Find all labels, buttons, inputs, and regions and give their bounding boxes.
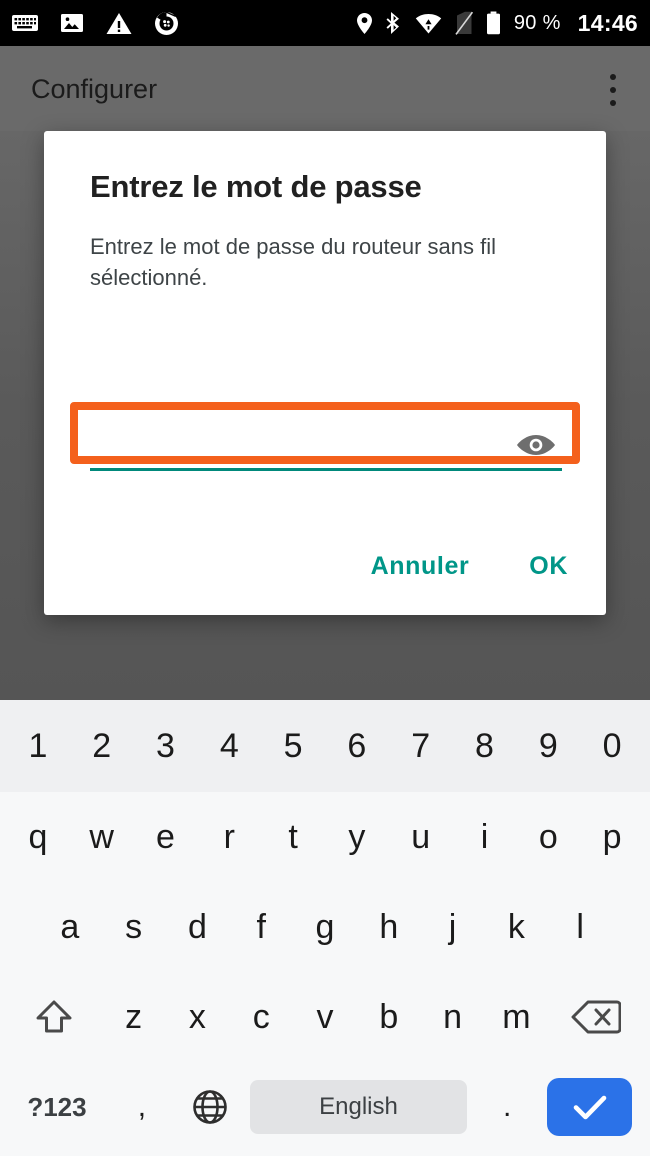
battery-percent: 90 % — [513, 11, 561, 34]
key-q[interactable]: q — [6, 792, 70, 882]
key-v[interactable]: v — [293, 972, 357, 1062]
key-3[interactable]: 3 — [134, 700, 198, 792]
app-bar: Configurer — [0, 46, 650, 131]
password-dialog: Entrez le mot de passe Entrez le mot de … — [44, 131, 606, 615]
key-2[interactable]: 2 — [70, 700, 134, 792]
key-a[interactable]: a — [38, 882, 102, 972]
page-title: Configurer — [31, 74, 158, 104]
key-n[interactable]: n — [421, 972, 485, 1062]
key-w[interactable]: w — [70, 792, 134, 882]
more-options-icon[interactable] — [598, 72, 628, 108]
enter-check-icon[interactable] — [547, 1078, 633, 1136]
key-5[interactable]: 5 — [261, 700, 325, 792]
key-d[interactable]: d — [166, 882, 230, 972]
status-bar-right-icons: 90 % 14:46 — [356, 10, 638, 37]
wifi-alert-icon — [415, 13, 442, 34]
cancel-button[interactable]: Annuler — [353, 540, 488, 593]
password-input-row — [90, 421, 562, 471]
key-h[interactable]: h — [357, 882, 421, 972]
key-j[interactable]: j — [421, 882, 485, 972]
dialog-actions: Annuler OK — [353, 540, 586, 593]
phone-screen: 90 % 14:46 Configurer Entrez le mot de p… — [0, 0, 650, 1156]
key-k[interactable]: k — [484, 882, 548, 972]
key-9[interactable]: 9 — [516, 700, 580, 792]
key-m[interactable]: m — [484, 972, 548, 1062]
status-bar-left-icons — [12, 11, 179, 36]
key-comma[interactable]: , — [108, 1062, 176, 1152]
key-4[interactable]: 4 — [197, 700, 261, 792]
eye-icon[interactable] — [510, 422, 562, 468]
key-6[interactable]: 6 — [325, 700, 389, 792]
keyboard-row-numbers: 1 2 3 4 5 6 7 8 9 0 — [0, 700, 650, 792]
key-b[interactable]: b — [357, 972, 421, 1062]
keyboard-row-bottom-letters: z x c v b n m — [0, 972, 650, 1062]
key-8[interactable]: 8 — [453, 700, 517, 792]
key-g[interactable]: g — [293, 882, 357, 972]
keyboard-row-home: a s d f g h j k l — [0, 882, 650, 972]
key-l[interactable]: l — [548, 882, 612, 972]
key-z[interactable]: z — [102, 972, 166, 1062]
dialog-message: Entrez le mot de passe du routeur sans f… — [90, 234, 496, 290]
key-e[interactable]: e — [134, 792, 198, 882]
key-y[interactable]: y — [325, 792, 389, 882]
keyboard-icon — [12, 14, 38, 32]
battery-icon — [486, 11, 501, 35]
key-s[interactable]: s — [102, 882, 166, 972]
keyboard-row-function: ?123 , English . — [0, 1062, 650, 1152]
symbols-key[interactable]: ?123 — [6, 1062, 108, 1152]
key-t[interactable]: t — [261, 792, 325, 882]
key-c[interactable]: c — [229, 972, 293, 1062]
key-0[interactable]: 0 — [580, 700, 644, 792]
on-screen-keyboard: 1 2 3 4 5 6 7 8 9 0 q w e r t y u i o p … — [0, 700, 650, 1156]
key-o[interactable]: o — [516, 792, 580, 882]
password-field-wrapper — [90, 403, 562, 475]
globe-icon[interactable] — [176, 1062, 244, 1152]
shift-icon[interactable] — [6, 972, 102, 1062]
key-7[interactable]: 7 — [389, 700, 453, 792]
key-i[interactable]: i — [453, 792, 517, 882]
aperture-icon — [154, 11, 179, 36]
no-sim-icon — [455, 11, 473, 35]
key-p[interactable]: p — [580, 792, 644, 882]
keyboard-row-top: q w e r t y u i o p — [0, 792, 650, 882]
dialog-title: Entrez le mot de passe — [90, 169, 422, 204]
status-bar: 90 % 14:46 — [0, 0, 650, 46]
key-f[interactable]: f — [229, 882, 293, 972]
ok-button[interactable]: OK — [511, 540, 586, 593]
image-icon — [60, 12, 84, 34]
password-input[interactable] — [90, 421, 510, 468]
key-period[interactable]: . — [473, 1062, 541, 1152]
key-1[interactable]: 1 — [6, 700, 70, 792]
backspace-icon[interactable] — [548, 972, 644, 1062]
location-icon — [356, 12, 373, 35]
bluetooth-icon — [386, 11, 402, 35]
key-r[interactable]: r — [197, 792, 261, 882]
keyboard-footer — [0, 1152, 650, 1156]
clock: 14:46 — [577, 9, 638, 36]
key-x[interactable]: x — [166, 972, 230, 1062]
spacebar[interactable]: English — [249, 1080, 468, 1134]
key-u[interactable]: u — [389, 792, 453, 882]
warning-icon — [106, 12, 132, 35]
